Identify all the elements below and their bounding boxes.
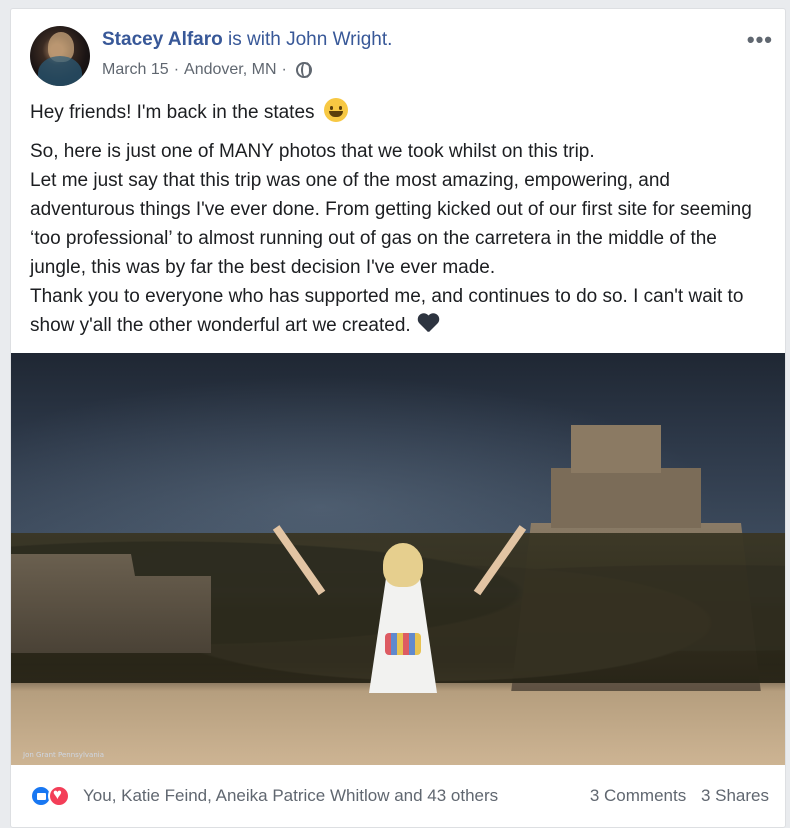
author-name-link[interactable]: Stacey Alfaro [102, 29, 223, 50]
post-text-body: So, here is just one of MANY photos that… [30, 137, 775, 340]
pyramid-middle [551, 468, 701, 528]
dress-embroidery [385, 633, 421, 655]
black-heart-emoji-icon [417, 314, 439, 334]
globe-icon[interactable] [295, 62, 312, 78]
author-avatar[interactable] [30, 26, 90, 86]
comments-count-link[interactable]: 3 Comments [590, 786, 686, 805]
smile-emoji-icon [323, 98, 348, 122]
post-text-greeting: Hey friends! I'm back in the states [30, 98, 775, 127]
woman-hair [383, 543, 423, 587]
post-photo[interactable]: Jon Grant Pennsylvania [11, 353, 785, 765]
post-card: Stacey Alfaro is with John Wright. March… [10, 8, 786, 828]
photo-watermark: Jon Grant Pennsylvania [23, 751, 104, 759]
post-header: Stacey Alfaro is with John Wright. [102, 29, 392, 51]
love-reaction-icon [48, 785, 70, 807]
meta-separator: · [281, 61, 287, 78]
body-text: So, here is just one of MANY photos that… [30, 141, 752, 336]
reaction-icons[interactable] [30, 785, 76, 807]
engagement-counts: 3 Comments 3 Shares [580, 786, 769, 806]
more-options-button[interactable]: ••• [747, 27, 773, 53]
tagged-user-link[interactable]: John Wright. [286, 29, 392, 50]
reactors-link[interactable]: You, Katie Feind, Aneika Patrice Whitlow… [83, 786, 498, 806]
with-text: is with [228, 29, 281, 50]
post-location-link[interactable]: Andover, MN [184, 61, 276, 79]
photo-platform [11, 691, 785, 765]
post-meta: March 15 · Andover, MN · [102, 61, 312, 79]
post-date-link[interactable]: March 15 [102, 61, 169, 79]
photo-woman [272, 525, 527, 698]
post-footer: You, Katie Feind, Aneika Patrice Whitlow… [11, 779, 785, 815]
pyramid-temple [571, 425, 661, 473]
shares-count-link[interactable]: 3 Shares [701, 786, 769, 805]
greeting-text: Hey friends! I'm back in the states [30, 102, 315, 123]
meta-separator: · [173, 61, 180, 78]
